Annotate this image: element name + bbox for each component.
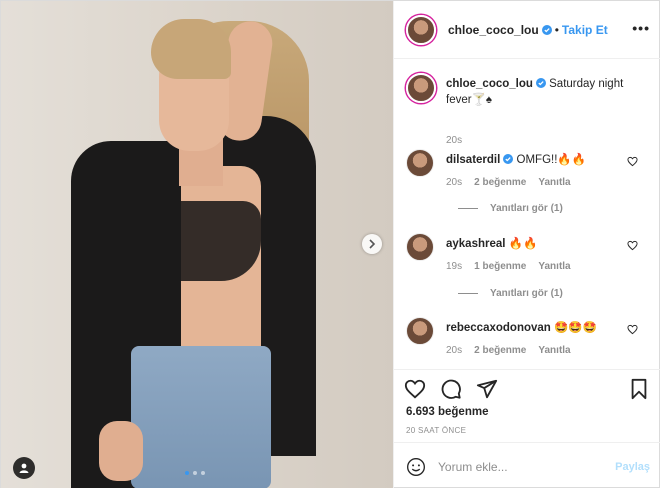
heart-icon[interactable] — [627, 324, 638, 335]
comment-item: aykashreal 🔥🔥 19s 1 beğenme Yanıtla Yanıtl… — [406, 233, 652, 303]
add-comment-bar: Yorum ekle... Paylaş — [394, 442, 660, 488]
comment-icon[interactable] — [440, 378, 462, 400]
view-replies-label: Yanıtları gör (1) — [490, 288, 563, 299]
verified-badge-icon — [541, 24, 552, 35]
likes-count[interactable]: 6.693 beğenme — [406, 406, 488, 418]
action-icons — [404, 378, 498, 400]
heart-icon[interactable] — [627, 240, 638, 251]
verified-badge-icon — [535, 78, 546, 88]
comment-meta: 19s 1 beğenme Yanıtla — [446, 261, 583, 272]
replies-line — [458, 208, 478, 209]
avatar[interactable] — [406, 233, 434, 261]
next-slide-button[interactable] — [362, 234, 382, 254]
post-timestamp: 20 SAAT ÖNCE — [406, 426, 467, 435]
post-actions: 6.693 beğenme 20 SAAT ÖNCE Yorum ekle...… — [394, 369, 660, 488]
comment-likes[interactable]: 1 beğenme — [474, 261, 526, 272]
view-replies-label: Yanıtları gör (1) — [490, 203, 563, 214]
caption-text: chloe_coco_lou Saturday night fever🍸♠ — [446, 76, 626, 108]
photo-figure-hand — [99, 421, 143, 481]
carousel-dot — [193, 471, 197, 475]
verified-badge-icon — [503, 154, 514, 164]
carousel-dot — [201, 471, 205, 475]
comment-text: rebeccaxodonovan 🤩🤩🤩 — [446, 320, 626, 336]
comment-body: OMFG!!🔥🔥 — [516, 154, 587, 166]
bookmark-icon[interactable] — [628, 378, 650, 400]
comment-meta: 20s 2 beğenme Yanıtla — [446, 177, 583, 188]
caption-meta: 20s — [446, 135, 474, 146]
heart-icon[interactable] — [404, 378, 426, 400]
comment-username[interactable]: rebeccaxodonovan — [446, 322, 551, 334]
comment-likes[interactable]: 2 beğenme — [474, 177, 526, 188]
user-tag-icon — [19, 463, 29, 473]
photo-figure-hair-front — [151, 19, 231, 79]
post-comment-button[interactable]: Paylaş — [615, 461, 650, 473]
comment-time: 20s — [446, 345, 463, 356]
reply-button[interactable]: Yanıtla — [538, 261, 570, 272]
caption: chloe_coco_lou Saturday night fever🍸♠ 20… — [406, 73, 652, 146]
caption-time: 20s — [446, 135, 463, 146]
caption-username[interactable]: chloe_coco_lou — [446, 78, 533, 90]
comment-body: 🔥🔥 — [508, 238, 538, 250]
avatar[interactable] — [406, 73, 436, 103]
carousel-dot — [185, 471, 189, 475]
post-header: chloe_coco_lou • Takip Et ••• — [394, 1, 660, 59]
comment-username[interactable]: dilsaterdil — [446, 154, 500, 166]
photo-figure-jeans — [131, 346, 271, 488]
caption-emoji: 🍸♠ — [471, 94, 493, 106]
reply-button[interactable]: Yanıtla — [538, 345, 570, 356]
comment-time: 20s — [446, 177, 463, 188]
heart-icon[interactable] — [627, 156, 638, 167]
post-side-panel: chloe_coco_lou • Takip Et ••• chloe_coco… — [393, 1, 660, 488]
comment-username[interactable]: aykashreal — [446, 238, 505, 250]
header-separator: • — [554, 22, 559, 37]
comment-input[interactable]: Yorum ekle... — [438, 460, 615, 474]
share-icon[interactable] — [476, 378, 498, 400]
avatar[interactable] — [406, 317, 434, 345]
comment-time: 19s — [446, 261, 463, 272]
comment-item: rebeccaxodonovan 🤩🤩🤩 20s 2 beğenme Yanıtla — [406, 317, 652, 367]
chevron-right-icon — [369, 239, 376, 249]
author-username[interactable]: chloe_coco_lou — [448, 23, 539, 37]
avatar[interactable] — [406, 14, 436, 45]
carousel-indicator — [185, 471, 205, 475]
comment-text: aykashreal 🔥🔥 — [446, 236, 626, 252]
avatar[interactable] — [406, 149, 434, 177]
comment-body: 🤩🤩🤩 — [554, 322, 597, 334]
comments-list: chloe_coco_lou Saturday night fever🍸♠ 20… — [394, 59, 660, 369]
more-options-button[interactable]: ••• — [632, 21, 650, 35]
follow-button[interactable]: Takip Et — [562, 23, 608, 37]
comment-text: dilsaterdil OMFG!!🔥🔥 — [446, 152, 626, 168]
comment-item: dilsaterdil OMFG!!🔥🔥 20s 2 beğenme Yanıtla… — [406, 149, 652, 219]
view-replies-button[interactable]: Yanıtları gör (1) — [458, 203, 563, 214]
comment-likes[interactable]: 2 beğenme — [474, 345, 526, 356]
user-tag-button[interactable] — [13, 457, 35, 479]
emoji-icon[interactable] — [406, 457, 426, 477]
post-frame: chloe_coco_lou • Takip Et ••• chloe_coco… — [0, 0, 660, 488]
replies-line — [458, 293, 478, 294]
post-photo[interactable] — [1, 1, 393, 488]
comment-meta: 20s 2 beğenme Yanıtla — [446, 345, 583, 356]
reply-button[interactable]: Yanıtla — [538, 177, 570, 188]
view-replies-button[interactable]: Yanıtları gör (1) — [458, 288, 563, 299]
